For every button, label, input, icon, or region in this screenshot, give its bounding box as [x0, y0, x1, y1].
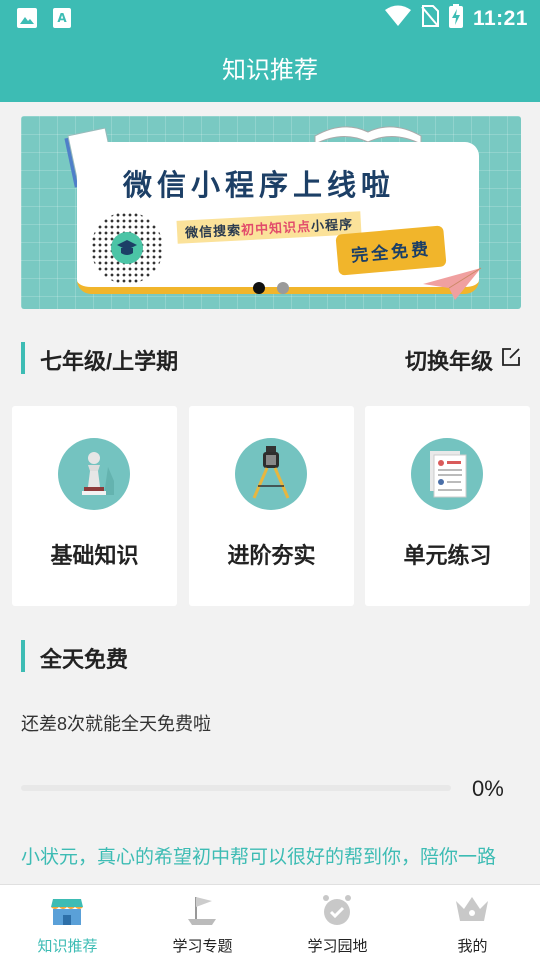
svg-text:A: A	[57, 11, 67, 25]
promo-banner[interactable]: 微信小程序上线啦 微信搜索初中知识点小程序 完全免费	[21, 116, 521, 309]
compass-icon	[235, 438, 307, 510]
tab-study-topics[interactable]: 学习专题	[135, 885, 270, 960]
tab-mine[interactable]: 我的	[405, 885, 540, 960]
battery-charging-icon	[448, 4, 463, 33]
document-icon	[411, 438, 483, 510]
grade-section-header: 七年级/上学期 切换年级	[21, 342, 521, 374]
qr-code-icon	[91, 212, 163, 284]
status-bar: A 11:21	[0, 0, 540, 36]
flag-icon	[184, 893, 220, 927]
status-time: 11:21	[472, 6, 528, 30]
banner-pagination	[253, 282, 289, 294]
free-info-text: 还差8次就能全天免费啦	[21, 714, 212, 734]
section-accent-bar	[21, 342, 25, 374]
grade-title: 七年级/上学期	[40, 349, 179, 374]
tile-label: 单元练习	[403, 543, 492, 568]
app-header: A 11:21 知识推荐	[0, 0, 540, 102]
banner-title: 微信小程序上线啦	[123, 170, 396, 202]
tab-label: 我的	[457, 938, 488, 955]
bottom-tab-bar: 知识推荐 学习专题 学习园地 我的	[0, 884, 540, 960]
a-icon: A	[52, 7, 72, 34]
free-progress-bar	[21, 785, 451, 791]
tab-study-garden[interactable]: 学习园地	[270, 885, 405, 960]
tile-label: 进阶夯实	[227, 543, 316, 568]
shop-icon	[49, 893, 85, 927]
page-title: 知识推荐	[222, 57, 318, 84]
progress-value: 0%	[472, 776, 504, 801]
switch-grade-button[interactable]: 切换年级	[405, 344, 521, 376]
feature-tiles: 基础知识 进阶夯实 单元练习	[12, 406, 530, 606]
pagination-dot[interactable]	[277, 282, 289, 294]
slogan-text: 小状元，真心的希望初中帮可以很好的帮到你，陪你一路	[21, 847, 497, 868]
section-accent-bar	[21, 640, 25, 672]
crown-icon	[454, 893, 490, 927]
tab-label: 学习园地	[307, 938, 368, 955]
free-title: 全天免费	[40, 647, 129, 672]
switch-grade-label: 切换年级	[404, 349, 493, 374]
edit-icon	[501, 347, 521, 373]
tile-advanced[interactable]: 进阶夯实	[189, 406, 354, 606]
tab-label: 知识推荐	[37, 938, 98, 955]
paper-plane-icon	[421, 266, 483, 307]
tile-unit-practice[interactable]: 单元练习	[365, 406, 530, 606]
wifi-icon	[384, 5, 411, 32]
chess-pawn-icon	[58, 438, 130, 510]
tab-label: 学习专题	[172, 938, 233, 955]
free-section-header: 全天免费	[21, 640, 521, 672]
clock-check-icon	[319, 893, 355, 927]
no-sim-icon	[421, 5, 439, 32]
tab-knowledge-recommend[interactable]: 知识推荐	[0, 885, 135, 960]
image-icon	[16, 7, 38, 34]
pagination-dot-active[interactable]	[253, 282, 265, 294]
tile-label: 基础知识	[50, 543, 139, 568]
tile-basic-knowledge[interactable]: 基础知识	[12, 406, 177, 606]
